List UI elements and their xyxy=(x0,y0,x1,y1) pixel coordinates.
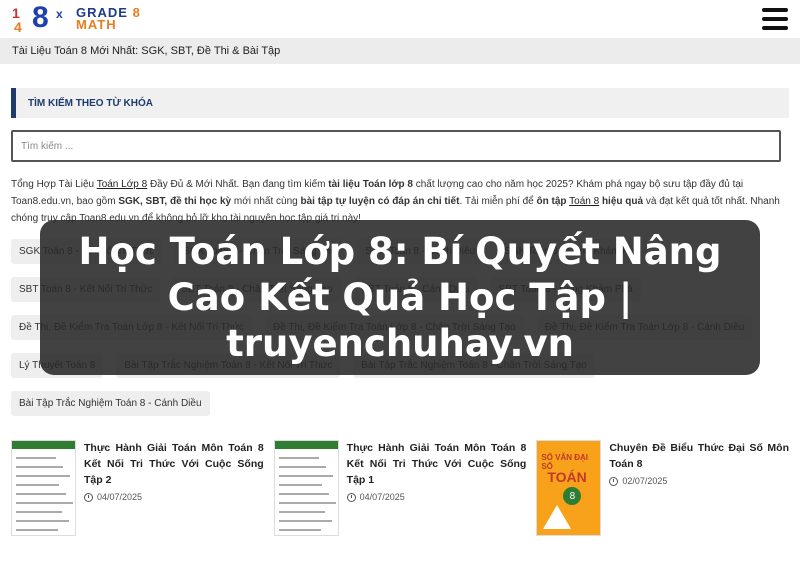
logo-grade-num: 8 xyxy=(132,5,141,20)
worksheet-line xyxy=(278,466,326,468)
worksheet-line xyxy=(278,511,325,513)
worksheet-line xyxy=(278,529,321,531)
worksheet-line xyxy=(278,502,336,504)
top-bar: Tài Liệu Toán 8 Mới Nhất: SGK, SBT, Đề T… xyxy=(0,38,800,64)
logo-digit: 8 xyxy=(32,1,49,34)
menu-bar xyxy=(762,26,788,30)
worksheet-line xyxy=(16,529,58,531)
post-date: 02/07/2025 xyxy=(609,476,789,486)
intro-bold: bài tập tự luyện có đáp án chi tiết xyxy=(300,196,460,207)
post-card-body: Chuyên Đề Biểu Thức Đại Số Môn Toán 8 02/… xyxy=(609,440,789,536)
intro-link-toan-8[interactable]: Toán 8 xyxy=(569,196,599,207)
post-list: Thực Hành Giải Toán Môn Toán 8 Kết Nối T… xyxy=(11,440,789,536)
worksheet-line xyxy=(278,484,322,486)
tag-item[interactable]: Bài Tập Trắc Nghiệm Toán 8 - Cánh Diều xyxy=(11,391,210,416)
worksheet-line xyxy=(278,520,332,522)
post-card-body: Thực Hành Giải Toán Môn Toán 8 Kết Nối T… xyxy=(84,440,264,536)
intro-text: Đầy Đủ & Mới Nhất. Bạn đang tìm kiếm xyxy=(147,179,329,190)
post-title[interactable]: Thực Hành Giải Toán Môn Toán 8 Kết Nối T… xyxy=(84,440,264,488)
menu-bar xyxy=(762,8,788,12)
worksheet-header xyxy=(274,441,338,449)
book-grade-badge: 8 xyxy=(563,487,582,505)
logo-text-line2: MATH xyxy=(76,17,117,32)
intro-bold: hiệu quả xyxy=(599,196,644,207)
clock-icon xyxy=(84,492,93,502)
post-card[interactable]: Thực Hành Giải Toán Môn Toán 8 Kết Nối T… xyxy=(273,440,527,536)
worksheet-line xyxy=(16,457,56,459)
site-logo[interactable]: 1 8 4 x GRADE 8 MATH xyxy=(12,1,141,36)
worksheet-line xyxy=(278,493,329,495)
worksheet-line xyxy=(16,493,66,495)
worksheet-line xyxy=(16,520,69,522)
overlay-title: Học Toán Lớp 8: Bí Quyết Nâng Cao Kết Qu… xyxy=(78,229,722,365)
book-subject: TOÁN xyxy=(547,469,587,485)
intro-text: Tổng Hợp Tài Liệu xyxy=(11,179,97,190)
intro-bold: SGK, SBT, đề thi học kỳ xyxy=(118,196,232,207)
clock-icon xyxy=(609,476,619,486)
worksheet-header xyxy=(12,441,75,449)
clock-icon xyxy=(346,492,356,502)
post-title[interactable]: Thực Hành Giải Toán Môn Toán 8 Kết Nối T… xyxy=(347,440,527,488)
post-thumbnail-book[interactable]: SỔ VĂN ĐẠI SỐ TOÁN 8 xyxy=(536,440,602,536)
post-date-text: 04/07/2025 xyxy=(359,492,405,502)
intro-text: . Tải miễn phí để xyxy=(459,196,537,207)
search-box xyxy=(11,130,789,162)
post-date: 04/07/2025 xyxy=(346,492,527,502)
post-thumbnail-worksheet[interactable] xyxy=(273,440,339,536)
intro-text: mới nhất cùng xyxy=(231,196,301,207)
logo-digit: x xyxy=(56,7,63,21)
search-input[interactable] xyxy=(11,130,781,162)
worksheet-line xyxy=(278,457,319,459)
intro-bold: tài liệu Toán lớp 8 xyxy=(328,179,413,190)
title-overlay: Học Toán Lớp 8: Bí Quyết Nâng Cao Kết Qu… xyxy=(40,220,760,375)
logo-digit: 4 xyxy=(14,19,22,35)
post-card[interactable]: Thực Hành Giải Toán Môn Toán 8 Kết Nối T… xyxy=(11,440,264,536)
post-card-body: Thực Hành Giải Toán Môn Toán 8 Kết Nối T… xyxy=(346,440,527,536)
post-thumbnail-worksheet[interactable] xyxy=(11,440,76,536)
post-date-text: 02/07/2025 xyxy=(622,476,668,486)
search-section-title: TÌM KIẾM THEO TỪ KHÓA xyxy=(11,88,789,118)
logo-text: GRADE 8 MATH xyxy=(76,5,141,32)
site-header: 1 8 4 x GRADE 8 MATH xyxy=(0,0,800,38)
worksheet-line xyxy=(16,475,70,477)
post-date: 04/07/2025 xyxy=(84,492,264,502)
worksheet-line xyxy=(16,484,59,486)
worksheet-line xyxy=(16,511,62,513)
intro-link-toan-lop-8[interactable]: Toán Lớp 8 xyxy=(97,179,147,190)
post-date-text: 04/07/2025 xyxy=(97,492,143,502)
top-bar-title: Tài Liệu Toán 8 Mới Nhất: SGK, SBT, Đề T… xyxy=(12,45,281,57)
menu-bar xyxy=(762,17,788,21)
worksheet-line xyxy=(16,502,73,504)
intro-bold: ôn tập xyxy=(536,196,567,207)
hamburger-menu-icon[interactable] xyxy=(762,8,788,30)
worksheet-line xyxy=(16,466,63,468)
triangle-shape-icon xyxy=(543,505,572,529)
logo-mark-icon: 1 8 4 x xyxy=(12,1,72,36)
worksheet-line xyxy=(278,475,333,477)
post-card[interactable]: SỔ VĂN ĐẠI SỐ TOÁN 8 Chuyên Đề Biểu Thức Đạ… xyxy=(536,440,789,536)
post-title[interactable]: Chuyên Đề Biểu Thức Đại Số Môn Toán 8 xyxy=(609,440,789,472)
